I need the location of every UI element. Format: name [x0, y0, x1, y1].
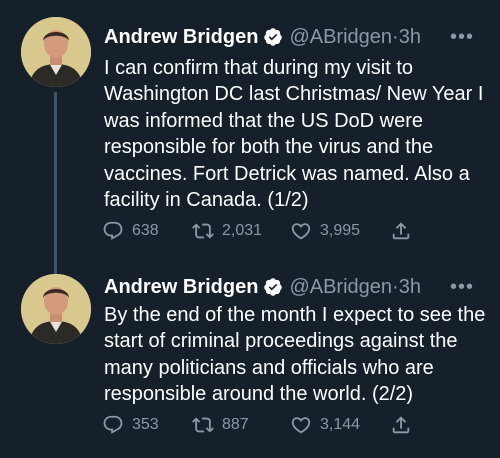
retweet-count: 887 — [222, 416, 249, 433]
like-button[interactable]: 3,144 — [290, 414, 390, 436]
reply-icon — [103, 221, 123, 240]
tweet[interactable]: Andrew Bridgen @ABridgen · 3h ••• I can … — [0, 0, 500, 277]
like-count: 3,144 — [320, 416, 361, 433]
author-handle[interactable]: @ABridgen — [289, 274, 392, 300]
author-name[interactable]: Andrew Bridgen — [104, 274, 258, 300]
author-name[interactable]: Andrew Bridgen — [104, 24, 258, 50]
share-icon — [392, 416, 410, 434]
share-button[interactable] — [390, 220, 412, 242]
retweet-icon — [192, 223, 214, 239]
avatar-photo — [21, 17, 91, 87]
avatar[interactable] — [21, 274, 91, 344]
like-icon — [291, 417, 311, 434]
dot-separator: · — [392, 26, 399, 48]
tweet[interactable]: Andrew Bridgen @ABridgen · 3h ••• By the… — [0, 262, 500, 458]
retweet-count: 2,031 — [222, 222, 263, 239]
reply-button[interactable]: 638 — [102, 220, 192, 242]
retweet-button[interactable]: 887 — [192, 414, 290, 436]
more-options-icon[interactable]: ••• — [450, 24, 474, 50]
share-button[interactable] — [390, 414, 412, 436]
timestamp[interactable]: 3h — [399, 274, 421, 300]
dot-separator: · — [392, 276, 399, 298]
share-icon — [392, 222, 410, 240]
avatar-photo — [21, 274, 91, 344]
action-bar: 353 887 3,144 — [102, 414, 412, 436]
retweet-icon — [192, 417, 214, 433]
timestamp[interactable]: 3h — [399, 24, 421, 50]
like-icon — [291, 223, 311, 240]
retweet-button[interactable]: 2,031 — [192, 220, 290, 242]
reply-count: 638 — [132, 222, 159, 239]
reply-icon — [103, 415, 123, 434]
verified-badge-icon — [263, 27, 283, 47]
author-handle[interactable]: @ABridgen — [289, 24, 392, 50]
action-bar: 638 2,031 3,995 — [102, 220, 412, 242]
more-options-icon[interactable]: ••• — [450, 274, 474, 300]
like-count: 3,995 — [320, 222, 361, 239]
tweet-text: I can confirm that during my visit to Wa… — [104, 57, 484, 212]
verified-badge-icon — [263, 277, 283, 297]
tweet-text: By the end of the month I expect to see … — [104, 304, 486, 406]
thread-line — [54, 92, 57, 277]
like-button[interactable]: 3,995 — [290, 220, 390, 242]
reply-count: 353 — [132, 416, 159, 433]
avatar[interactable] — [21, 17, 91, 87]
reply-button[interactable]: 353 — [102, 414, 192, 436]
